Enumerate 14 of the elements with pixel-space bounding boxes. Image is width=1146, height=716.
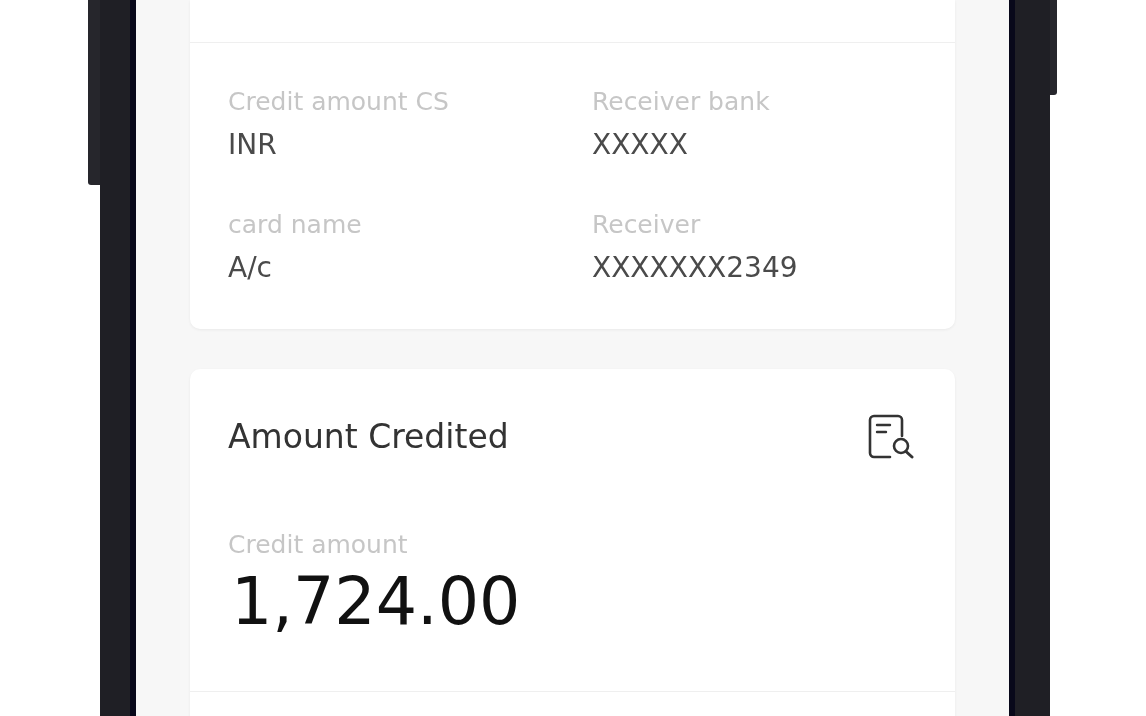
field-label: Receiver bank — [592, 87, 771, 117]
phone-side-button[interactable] — [88, 0, 100, 185]
field-value: A/c — [228, 251, 273, 285]
document-search-icon[interactable] — [868, 414, 915, 459]
field-label: Receiver — [592, 210, 702, 240]
card-title: Amount Credited — [228, 416, 509, 457]
amount-value: 1,724.00 — [231, 566, 521, 638]
field-value: XXXXXXX2349 — [592, 251, 799, 285]
field-value: INR — [228, 128, 278, 162]
phone-side-button[interactable] — [1050, 0, 1057, 95]
field-label: Credit amount CS — [228, 87, 450, 117]
field-label: card name — [228, 210, 363, 240]
field-label: Credit amount — [228, 530, 409, 560]
field-value: XXXXX — [592, 128, 689, 162]
